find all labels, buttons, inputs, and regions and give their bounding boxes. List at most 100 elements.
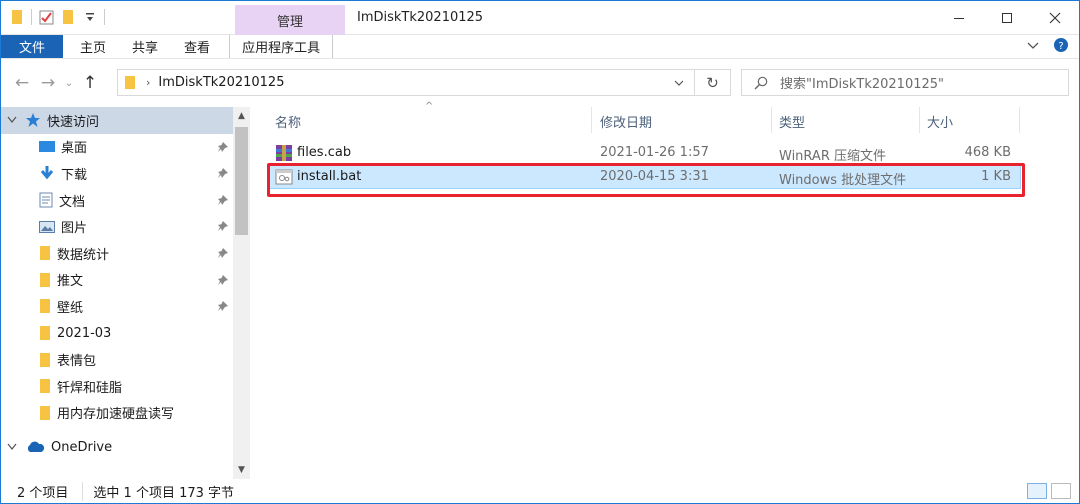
refresh-icon[interactable]: ↻ bbox=[695, 69, 731, 96]
nav-label: 数据统计 bbox=[57, 247, 110, 263]
nav-onedrive[interactable]: OneDrive bbox=[1, 434, 233, 461]
minimize-icon[interactable] bbox=[935, 1, 983, 35]
archive-icon bbox=[276, 145, 292, 161]
scroll-up-icon[interactable]: ▲ bbox=[233, 107, 250, 125]
nav-label: 壁纸 bbox=[57, 300, 84, 316]
ribbon-right-controls: ? bbox=[1027, 35, 1079, 58]
nav-label: 快速访问 bbox=[47, 114, 100, 130]
column-name[interactable]: 名称 bbox=[275, 112, 301, 131]
nav-item-folder[interactable]: 数据统计 bbox=[1, 240, 233, 267]
recent-locations-icon[interactable]: ⌄ bbox=[61, 70, 77, 96]
nav-label: 用内存加速硬盘读写 bbox=[57, 407, 175, 423]
forward-icon[interactable]: → bbox=[35, 70, 61, 96]
customize-qat-icon[interactable] bbox=[82, 9, 98, 25]
folder-icon bbox=[40, 405, 50, 420]
svg-text:?: ? bbox=[1058, 41, 1063, 52]
tab-share[interactable]: 共享 bbox=[119, 35, 171, 58]
chevron-down-icon[interactable] bbox=[7, 116, 17, 124]
search-input[interactable]: 搜索"ImDiskTk20210125" bbox=[741, 69, 1069, 96]
column-divider[interactable] bbox=[771, 107, 772, 133]
navigation-scrollbar[interactable]: ▲ ▼ bbox=[233, 107, 250, 479]
folder-icon bbox=[40, 272, 50, 287]
nav-label: OneDrive bbox=[51, 439, 113, 455]
sort-ascending-icon: ^ bbox=[425, 101, 434, 112]
address-row: ← → ⌄ ↑ › ImDiskTk20210125 ↻ 搜索"ImDiskTk… bbox=[1, 59, 1079, 107]
scrollbar-thumb[interactable] bbox=[235, 127, 248, 235]
nav-item-desktop[interactable]: 桌面 bbox=[1, 134, 233, 161]
pin-icon[interactable] bbox=[217, 274, 229, 286]
search-icon bbox=[754, 76, 768, 89]
close-icon[interactable] bbox=[1031, 1, 1079, 35]
chevron-down-icon[interactable] bbox=[7, 443, 17, 451]
quick-access-toolbar bbox=[9, 9, 105, 25]
nav-quick-access[interactable]: 快速访问 bbox=[1, 107, 233, 134]
ribbon-tabs: 文件 主页 共享 查看 应用程序工具 ? bbox=[1, 35, 1079, 59]
cloud-icon bbox=[27, 442, 45, 453]
breadcrumb-chevron-icon: › bbox=[146, 76, 151, 89]
manage-context-tab[interactable]: 管理 bbox=[235, 5, 345, 35]
details-view-icon[interactable] bbox=[1027, 483, 1047, 499]
download-icon bbox=[40, 166, 54, 180]
column-size[interactable]: 大小 bbox=[927, 112, 953, 131]
column-date[interactable]: 修改日期 bbox=[600, 112, 652, 131]
nav-item-folder[interactable]: 2021-03 bbox=[1, 320, 233, 347]
file-type: WinRAR 压缩文件 bbox=[779, 149, 886, 164]
tab-view[interactable]: 查看 bbox=[171, 35, 223, 58]
nav-item-downloads[interactable]: 下载 bbox=[1, 160, 233, 187]
nav-label: 2021-03 bbox=[57, 325, 112, 341]
up-icon[interactable]: ↑ bbox=[77, 70, 103, 96]
file-size: 468 KB bbox=[964, 145, 1011, 160]
pin-icon[interactable] bbox=[217, 247, 229, 259]
nav-item-documents[interactable]: 文档 bbox=[1, 187, 233, 214]
properties-icon[interactable] bbox=[38, 9, 54, 25]
address-bar[interactable]: › ImDiskTk20210125 bbox=[117, 69, 695, 96]
view-toggle bbox=[1027, 483, 1071, 499]
window-controls bbox=[935, 1, 1079, 35]
column-headers: ^ 名称 修改日期 类型 大小 bbox=[267, 101, 1027, 133]
navigation-pane: 快速访问 桌面 下载 文档 图片 数据统计 推文 壁纸 2021-03 表情包 … bbox=[1, 107, 251, 479]
nav-label: 钎焊和硅脂 bbox=[57, 380, 123, 396]
folder-icon bbox=[9, 9, 25, 25]
search-placeholder: 搜索"ImDiskTk20210125" bbox=[780, 77, 945, 92]
picture-icon bbox=[39, 220, 55, 233]
nav-item-folder[interactable]: 壁纸 bbox=[1, 293, 233, 320]
navigation-list: 快速访问 桌面 下载 文档 图片 数据统计 推文 壁纸 2021-03 表情包 … bbox=[1, 107, 233, 479]
column-divider[interactable] bbox=[919, 107, 920, 133]
table-row[interactable]: files.cab 2021-01-26 1:57 WinRAR 压缩文件 46… bbox=[269, 141, 1021, 165]
address-dropdown-icon[interactable] bbox=[664, 70, 694, 95]
scroll-down-icon[interactable]: ▼ bbox=[233, 461, 250, 479]
nav-label: 文档 bbox=[59, 194, 86, 210]
expand-ribbon-icon[interactable] bbox=[1027, 39, 1039, 54]
column-divider[interactable] bbox=[591, 107, 592, 133]
pin-icon[interactable] bbox=[217, 141, 229, 153]
nav-item-folder[interactable]: 推文 bbox=[1, 267, 233, 294]
nav-label: 桌面 bbox=[61, 141, 88, 157]
tab-home[interactable]: 主页 bbox=[67, 35, 119, 58]
column-divider[interactable] bbox=[1019, 107, 1020, 133]
nav-item-folder[interactable]: 表情包 bbox=[1, 346, 233, 373]
pin-icon[interactable] bbox=[217, 194, 229, 206]
pin-icon[interactable] bbox=[217, 220, 229, 232]
maximize-icon[interactable] bbox=[983, 1, 1031, 35]
tab-file[interactable]: 文件 bbox=[1, 35, 64, 58]
breadcrumb-current[interactable]: ImDiskTk20210125 bbox=[158, 75, 284, 90]
status-bar: 2 个项目 选中 1 个项目 173 字节 bbox=[1, 479, 1079, 503]
nav-item-folder[interactable]: 用内存加速硬盘读写 bbox=[1, 400, 233, 427]
pin-icon[interactable] bbox=[217, 300, 229, 312]
new-folder-icon[interactable] bbox=[60, 9, 76, 25]
file-date: 2021-01-26 1:57 bbox=[600, 145, 709, 160]
nav-item-pictures[interactable]: 图片 bbox=[1, 213, 233, 240]
large-icons-view-icon[interactable] bbox=[1051, 483, 1071, 499]
pin-icon[interactable] bbox=[217, 167, 229, 179]
folder-icon bbox=[40, 246, 50, 261]
nav-label: 推文 bbox=[57, 274, 84, 290]
nav-item-folder[interactable]: 钎焊和硅脂 bbox=[1, 373, 233, 400]
column-type[interactable]: 类型 bbox=[779, 112, 805, 131]
back-icon[interactable]: ← bbox=[9, 70, 35, 96]
document-icon bbox=[39, 192, 53, 208]
file-name: files.cab bbox=[297, 145, 352, 160]
folder-icon bbox=[40, 352, 50, 367]
help-icon[interactable]: ? bbox=[1053, 37, 1069, 57]
file-list: ^ 名称 修改日期 类型 大小 files.cab 2021-01-26 1:5… bbox=[267, 101, 1067, 479]
tab-application-tools[interactable]: 应用程序工具 bbox=[229, 35, 334, 58]
